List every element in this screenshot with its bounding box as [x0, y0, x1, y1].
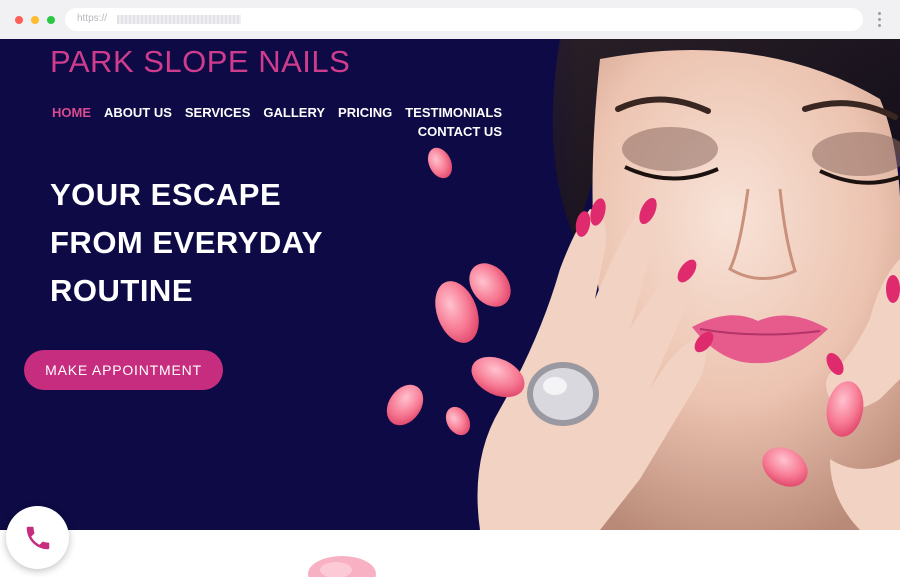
close-window-icon[interactable]	[15, 16, 23, 24]
nav-about-us[interactable]: ABOUT US	[104, 105, 172, 120]
nav-testimonials[interactable]: TESTIMONIALS	[405, 105, 502, 120]
nav-contact-us[interactable]: CONTACT US	[418, 124, 502, 139]
hero-headline-line: ROUTINE	[50, 273, 193, 308]
nav-services[interactable]: SERVICES	[185, 105, 251, 120]
kebab-menu-icon[interactable]	[876, 12, 884, 30]
main-nav: HOME ABOUT US SERVICES GALLERY PRICING T…	[40, 105, 502, 139]
hero-headline-line: YOUR ESCAPE	[50, 177, 282, 212]
site-logo[interactable]: PARK SLOPE NAILS	[50, 44, 350, 80]
url-redacted	[117, 15, 241, 24]
maximize-window-icon[interactable]	[47, 16, 55, 24]
address-bar[interactable]: https://	[65, 8, 863, 31]
call-button[interactable]	[6, 506, 69, 569]
nav-gallery[interactable]: GALLERY	[263, 105, 325, 120]
hero-section: PARK SLOPE NAILS HOME ABOUT US SERVICES …	[0, 39, 900, 530]
nav-pricing[interactable]: PRICING	[338, 105, 392, 120]
url-scheme: https://	[77, 13, 108, 24]
minimize-window-icon[interactable]	[31, 16, 39, 24]
browser-chrome: https://	[0, 0, 900, 39]
hero-headline-line: FROM EVERYDAY	[50, 225, 323, 260]
nav-home[interactable]: HOME	[52, 105, 91, 120]
make-appointment-button[interactable]: MAKE APPOINTMENT	[24, 350, 223, 390]
phone-icon	[26, 526, 49, 549]
hero-headline: YOUR ESCAPE FROM EVERYDAY ROUTINE	[50, 171, 470, 315]
decorative-petal	[308, 556, 376, 577]
